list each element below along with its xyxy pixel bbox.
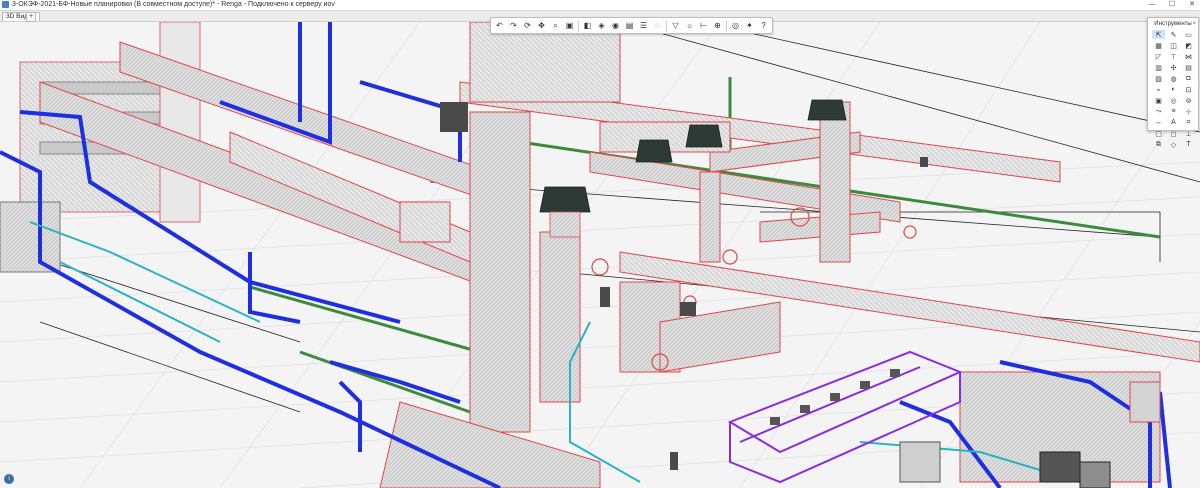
duct-tool-icon[interactable]: ▦ — [1152, 41, 1165, 50]
tools-grid: ⇱ ✎ ▭ ▦ ◫ ◩ ◸ ⊤ ⋈ ▥ ✣ ▤ ▨ ◍ ◘ ⌁ ◐ ⊡ ▣ ◎ ⊚ ⤳ ≡ ⊹ ↔ A ⌗ ▢ ◻ ⊥ ⧉ ◇ T — [1148, 28, 1198, 151]
pump-tool-icon[interactable]: ◍ — [1167, 74, 1180, 83]
fitting-tool-icon[interactable]: ◩ — [1182, 41, 1195, 50]
tab-label: 3D Вид — [6, 13, 28, 20]
wiring-tool-icon[interactable]: ⌁ — [1152, 85, 1165, 94]
maximize-button[interactable]: ☐ — [1166, 0, 1178, 10]
connection-status-icon[interactable]: i — [4, 474, 14, 484]
redo-icon[interactable]: ↷ — [508, 20, 519, 31]
toolbar-separator — [578, 20, 579, 31]
tools-panel-close-icon[interactable]: × — [1192, 20, 1196, 28]
3d-viewport[interactable] — [0, 22, 1200, 488]
tools-panel-title: Инструменты × — [1148, 20, 1198, 28]
text-tool-icon[interactable]: A — [1167, 118, 1180, 127]
draw-tool-icon[interactable]: ✎ — [1167, 30, 1180, 39]
select-tool-icon[interactable]: ⇱ — [1152, 30, 1165, 39]
pan-icon[interactable]: ✥ — [536, 20, 547, 31]
light-icon[interactable]: ☼ — [684, 20, 695, 31]
section-icon[interactable]: ◧ — [582, 20, 593, 31]
tag-tool-icon[interactable]: ⌗ — [1182, 118, 1195, 127]
minimize-button[interactable]: — — [1146, 0, 1158, 10]
cable-tray-tool-icon[interactable]: ▨ — [1152, 74, 1165, 83]
help-icon[interactable]: ? — [758, 20, 769, 31]
toolbar-separator — [726, 20, 727, 31]
model-text-tool-icon[interactable]: T — [1182, 140, 1195, 149]
pipe-tool-icon[interactable]: ◫ — [1167, 41, 1180, 50]
light-fixture-tool-icon[interactable]: ◐ — [1167, 85, 1180, 94]
toolbar-separator — [666, 20, 667, 31]
snap-icon[interactable]: ⊕ — [712, 20, 723, 31]
orbit-icon[interactable]: ⟳ — [522, 20, 533, 31]
rectangle-tool-icon[interactable]: ▭ — [1182, 30, 1195, 39]
hide-icon[interactable]: ◌ — [652, 20, 663, 31]
assembly-tool-icon[interactable]: ⧉ — [1152, 140, 1165, 149]
zoom-icon[interactable]: ⌕ — [550, 20, 561, 31]
undo-icon[interactable]: ↶ — [494, 20, 505, 31]
app-logo-icon — [2, 1, 9, 8]
grille-tool-icon[interactable]: ▤ — [1182, 63, 1195, 72]
camera-icon[interactable]: ◎ — [730, 20, 741, 31]
measure-icon[interactable]: ⊢ — [698, 20, 709, 31]
window-titlebar: 3-ОКЭФ-2021-БФ-Новые планировки (В совме… — [0, 0, 1200, 11]
model-scene[interactable] — [0, 22, 1200, 488]
elbow-tool-icon[interactable]: ◸ — [1152, 52, 1165, 61]
add-tab-button[interactable]: + — [26, 12, 36, 22]
room-tool-icon[interactable]: ▢ — [1152, 129, 1165, 138]
view-toolbar: ↶ ↷ ⟳ ✥ ⌕ ▣ ◧ ◈ ◉ ▤ ☰ ◌ ▽ ☼ ⊢ ⊕ ◎ ✦? — [490, 17, 773, 34]
support-tool-icon[interactable]: ⊥ — [1182, 129, 1195, 138]
display-mode-icon[interactable]: ▤ — [624, 20, 635, 31]
cube-icon[interactable]: ◈ — [596, 20, 607, 31]
socket-tool-icon[interactable]: ⊚ — [1182, 96, 1195, 105]
route-tool-icon[interactable]: ⤳ — [1152, 107, 1165, 116]
level-tool-icon[interactable]: ≡ — [1167, 107, 1180, 116]
tee-tool-icon[interactable]: ⊤ — [1167, 52, 1180, 61]
visibility-icon[interactable]: ◉ — [610, 20, 621, 31]
air-ducts — [39, 22, 1200, 488]
fit-view-icon[interactable]: ▣ — [564, 20, 575, 31]
filter-icon[interactable]: ▽ — [670, 20, 681, 31]
switch-tool-icon[interactable]: ⊡ — [1182, 85, 1195, 94]
tray-equipment — [770, 369, 900, 425]
sensor-tool-icon[interactable]: ◎ — [1167, 96, 1180, 105]
valve-tool-icon[interactable]: ⋈ — [1182, 52, 1195, 61]
window-title: 3-ОКЭФ-2021-БФ-Новые планировки (В совме… — [12, 1, 335, 8]
equipment-tool-icon[interactable]: ▥ — [1152, 63, 1165, 72]
tools-panel-title-text: Инструменты — [1154, 21, 1192, 27]
axis-tool-icon[interactable]: ⊹ — [1182, 107, 1195, 116]
opening-tool-icon[interactable]: ◻ — [1167, 129, 1180, 138]
tank-tool-icon[interactable]: ◘ — [1182, 74, 1195, 83]
element-tool-icon[interactable]: ◇ — [1167, 140, 1180, 149]
tools-panel: Инструменты × ⇱ ✎ ▭ ▦ ◫ ◩ ◸ ⊤ ⋈ ▥ ✣ ▤ ▨ ◍ ◘ ⌁ ◐ ⊡ ▣ ◎ ⊚ ⤳ ≡ ⊹ ↔ A… — [1147, 17, 1199, 149]
window-controls: — ☐ ✕ — [1146, 0, 1198, 10]
settings-icon[interactable]: ✦ — [744, 20, 755, 31]
close-button[interactable]: ✕ — [1186, 0, 1198, 10]
dimension-tool-icon[interactable]: ↔ — [1152, 118, 1165, 127]
layers-icon[interactable]: ☰ — [638, 20, 649, 31]
fan-tool-icon[interactable]: ✣ — [1167, 63, 1180, 72]
panel-tool-icon[interactable]: ▣ — [1152, 96, 1165, 105]
